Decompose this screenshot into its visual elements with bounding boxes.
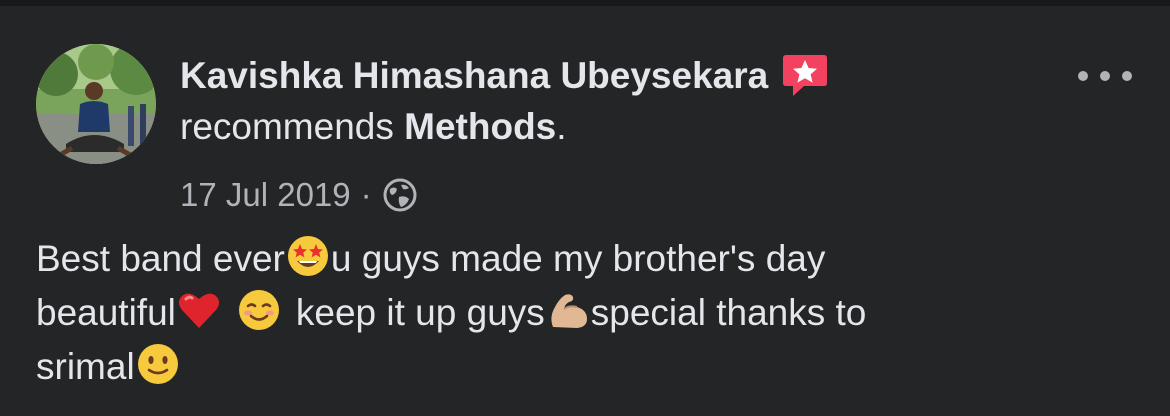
body-text-6: srimal [36,346,135,387]
action-text: recommends [180,106,405,147]
meta-separator: · [360,176,372,213]
action-suffix: . [556,106,567,147]
body-text-2: u guys made my brother's day [330,238,826,279]
post-meta: 17 Jul 2019 · [180,176,418,214]
red-heart-emoji [176,287,222,333]
star-struck-emoji [285,233,331,279]
smiling-face-emoji [236,287,282,333]
flexed-biceps-emoji [545,287,591,333]
slightly-smiling-face-emoji [135,341,181,387]
more-options-icon[interactable] [1078,58,1132,94]
page-name-link[interactable]: Methods [404,106,556,147]
post-date[interactable]: 17 Jul 2019 [180,176,351,214]
avatar-photo [36,44,156,164]
recommendation-star-icon [780,51,830,101]
body-text-1: Best band ever [36,238,285,279]
recommendation-line: recommends Methods. [180,106,1030,148]
post-header: Kavishka Himashana Ubeysekara recommends… [180,50,1030,148]
recommendation-post: Kavishka Himashana Ubeysekara recommends… [0,6,1170,416]
author-name[interactable]: Kavishka Himashana Ubeysekara [180,55,768,97]
more-dot [1122,71,1132,81]
author-avatar[interactable] [36,44,156,164]
body-text-5: special thanks to [590,292,867,333]
body-text-4: keep it up guys [295,292,545,333]
more-dot [1100,71,1110,81]
globe-icon[interactable] [382,177,418,213]
body-text-3: beautiful [36,292,176,333]
more-dot [1078,71,1088,81]
post-body: Best band ever u guys made my brother's … [36,232,1136,394]
